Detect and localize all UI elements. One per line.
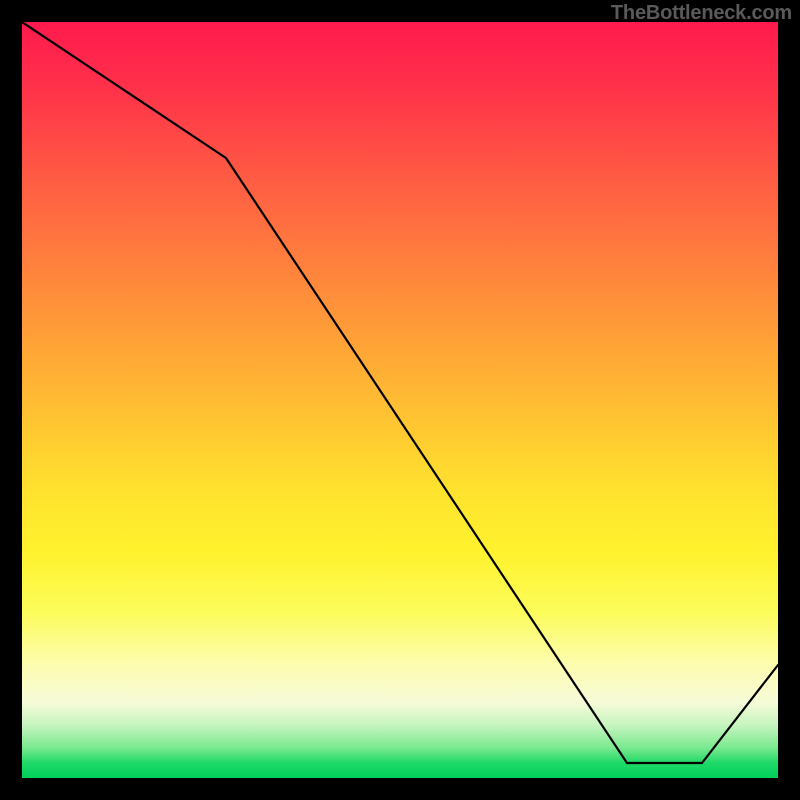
chart-plot-area: [22, 22, 778, 778]
chart-frame: TheBottleneck.com: [0, 0, 800, 800]
chart-line: [22, 22, 778, 778]
bottleneck-curve-path: [22, 22, 778, 763]
